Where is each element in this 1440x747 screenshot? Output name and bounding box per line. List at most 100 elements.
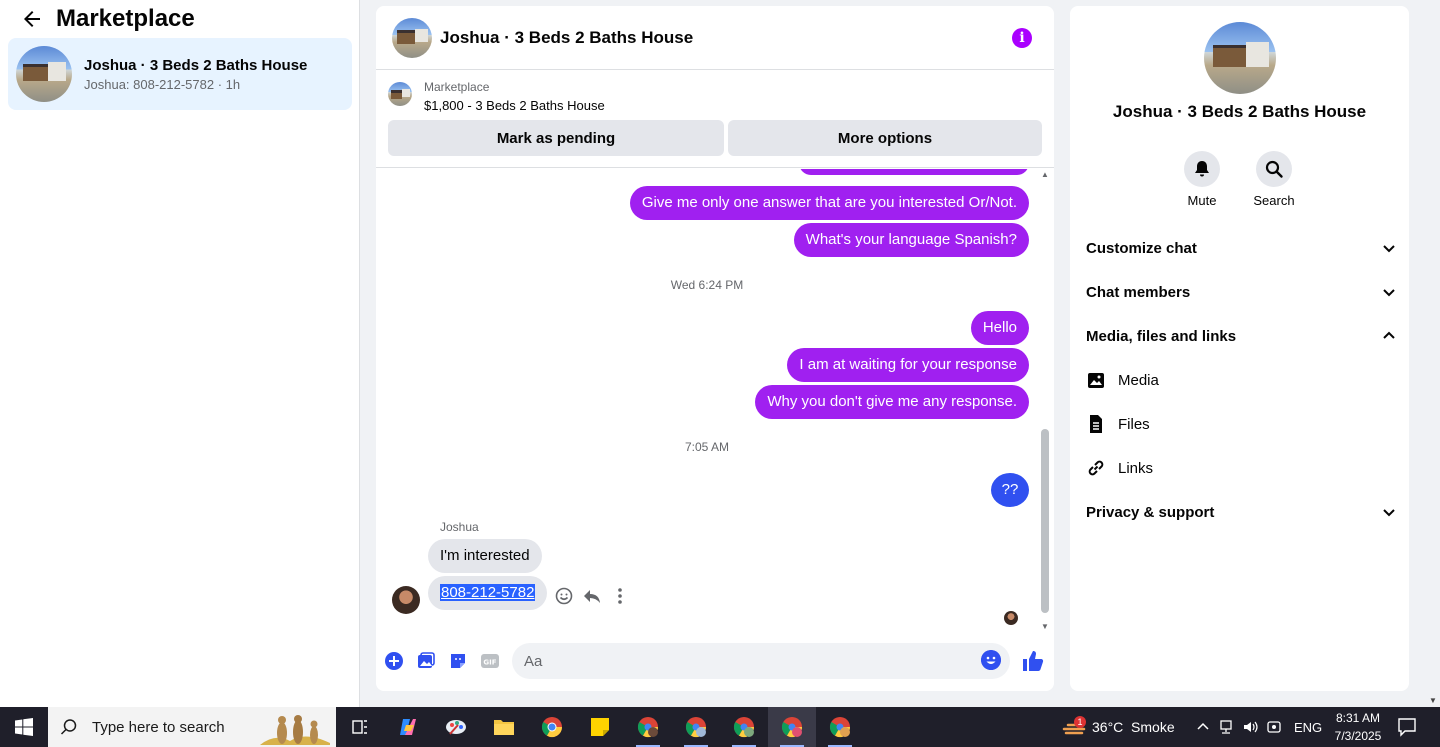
sticky-notes-button[interactable] <box>576 707 624 747</box>
chrome-profile-icon <box>685 717 707 738</box>
chrome-profile-icon <box>829 717 851 738</box>
message-bubble-outgoing[interactable]: Hello <box>970 311 1029 345</box>
search-button[interactable]: Search <box>1244 151 1304 208</box>
listing-thumbnail[interactable] <box>388 82 412 106</box>
paint-app-button[interactable] <box>432 707 480 747</box>
conversation-item[interactable]: Joshua · 3 Beds 2 Baths House Joshua: 80… <box>8 38 352 110</box>
section-label: Privacy & support <box>1086 503 1215 521</box>
links-label: Links <box>1118 459 1154 477</box>
page-scrollbar[interactable]: ▼ <box>1426 0 1440 707</box>
chat-header-title[interactable]: Joshua · 3 Beds 2 Baths House <box>440 28 693 48</box>
reply-icon[interactable] <box>581 585 603 607</box>
sticky-note-icon <box>591 718 609 736</box>
message-bubble-incoming[interactable]: I'm interested <box>428 539 542 573</box>
media-item[interactable]: Media <box>1086 358 1159 402</box>
windows-logo-icon <box>15 718 33 736</box>
links-item[interactable]: Links <box>1086 446 1153 490</box>
message-bubble-outgoing[interactable]: Give me only one answer that are you int… <box>629 186 1029 220</box>
chrome-profile-icon <box>781 717 803 738</box>
clock-date: 7/3/2025 <box>1334 729 1382 743</box>
mark-as-pending-button[interactable]: Mark as pending <box>388 120 724 156</box>
scroll-down-icon[interactable]: ▼ <box>1429 696 1437 705</box>
chrome-profile-1-button[interactable] <box>624 707 672 747</box>
emoji-icon[interactable] <box>981 650 1001 670</box>
back-arrow-icon[interactable] <box>20 7 44 31</box>
privacy-support-section[interactable]: Privacy & support <box>1086 490 1397 534</box>
message-input[interactable] <box>512 643 1010 679</box>
conversation-info-panel: Joshua · 3 Beds 2 Baths House Mute Searc… <box>1070 6 1409 691</box>
start-button[interactable] <box>0 707 48 747</box>
sender-avatar[interactable] <box>392 586 420 614</box>
task-view-button[interactable] <box>336 707 384 747</box>
scroll-thumb[interactable] <box>1041 429 1049 613</box>
chrome-profile-icon <box>637 717 659 738</box>
files-item[interactable]: Files <box>1086 402 1150 446</box>
message-bubble-outgoing[interactable] <box>799 169 1029 175</box>
message-bubble-outgoing[interactable]: What's your language Spanish? <box>793 223 1029 257</box>
chrome-icon <box>541 717 563 738</box>
network-icon[interactable] <box>1218 719 1234 735</box>
conversation-preview: Joshua: 808-212-5782 · 1h <box>84 76 241 92</box>
message-bubble-outgoing[interactable]: Why you don't give me any response. <box>755 385 1029 419</box>
react-emoji-icon[interactable] <box>553 585 575 607</box>
svg-text:GIF: GIF <box>483 659 496 667</box>
chrome-profile-2-button[interactable] <box>672 707 720 747</box>
volume-icon[interactable] <box>1242 719 1258 735</box>
paint-icon <box>446 720 466 735</box>
chevron-up-icon[interactable] <box>1196 720 1210 734</box>
selected-phone-number[interactable]: 808-212-5782 <box>440 584 536 601</box>
scroll-up-icon[interactable]: ▲ <box>1041 171 1049 179</box>
weather-widget[interactable]: 1 36°C Smoke <box>1062 707 1175 747</box>
meerkats-illustration <box>260 715 330 745</box>
message-bubble-incoming[interactable]: 808-212-5782 <box>428 576 548 610</box>
conversation-avatar <box>16 46 72 102</box>
chrome-profile-icon <box>733 717 755 738</box>
seen-indicator-avatar <box>1004 611 1018 625</box>
customize-chat-section[interactable]: Customize chat <box>1086 226 1397 270</box>
gif-icon[interactable]: GIF <box>480 651 500 671</box>
plus-icon[interactable] <box>384 651 404 671</box>
taskbar-clock[interactable]: 8:31 AM 7/3/2025 <box>1322 709 1394 745</box>
conversation-list-panel: Marketplace Joshua · 3 Beds 2 Baths Hous… <box>0 0 360 707</box>
photo-icon[interactable] <box>416 651 436 671</box>
media-files-links-section[interactable]: Media, files and links <box>1086 314 1397 358</box>
notification-center-icon[interactable] <box>1396 716 1418 738</box>
file-icon <box>1090 415 1102 433</box>
thumbs-up-icon[interactable] <box>1021 649 1045 673</box>
taskbar-search[interactable]: Type here to search <box>48 707 336 747</box>
chevron-down-icon <box>1383 289 1395 297</box>
chrome-profile-4-button[interactable] <box>768 707 816 747</box>
profile-avatar[interactable] <box>1204 22 1276 94</box>
task-view-icon <box>352 720 367 734</box>
message-scrollbar[interactable]: ▲ ▼ <box>1041 169 1049 631</box>
sticker-icon[interactable] <box>448 651 468 671</box>
copilot-icon <box>400 719 416 735</box>
left-header: Marketplace <box>0 0 359 38</box>
more-options-button[interactable]: More options <box>728 120 1042 156</box>
info-icon[interactable]: i <box>1012 28 1032 48</box>
listing-price-title[interactable]: $1,800 - 3 Beds 2 Baths House <box>424 98 605 113</box>
copilot-button[interactable] <box>384 707 432 747</box>
chrome-button[interactable] <box>528 707 576 747</box>
message-bubble-outgoing[interactable]: I am at waiting for your response <box>787 348 1029 382</box>
message-list[interactable]: Give me only one answer that are you int… <box>376 169 1054 629</box>
chat-window: Joshua · 3 Beds 2 Baths House i Marketpl… <box>376 6 1054 691</box>
chat-header-avatar[interactable] <box>392 17 432 58</box>
files-label: Files <box>1118 415 1150 433</box>
message-bubble-outgoing[interactable]: ?? <box>991 473 1029 507</box>
section-label: Chat members <box>1086 283 1191 301</box>
chat-members-section[interactable]: Chat members <box>1086 270 1397 314</box>
chevron-up-icon <box>1383 331 1395 339</box>
scroll-down-icon[interactable]: ▼ <box>1041 623 1049 631</box>
language-indicator[interactable]: ENG <box>1294 720 1322 735</box>
listing-label: Marketplace <box>424 80 490 94</box>
chrome-profile-3-button[interactable] <box>720 707 768 747</box>
mute-button[interactable]: Mute <box>1172 151 1232 208</box>
more-actions-icon[interactable] <box>609 585 631 607</box>
chrome-profile-5-button[interactable] <box>816 707 864 747</box>
marketplace-listing: Marketplace $1,800 - 3 Beds 2 Baths Hous… <box>376 70 1054 168</box>
meet-now-icon[interactable] <box>1266 719 1282 735</box>
file-explorer-button[interactable] <box>480 707 528 747</box>
clock-time: 8:31 AM <box>1335 711 1381 725</box>
chevron-down-icon <box>1383 509 1395 517</box>
